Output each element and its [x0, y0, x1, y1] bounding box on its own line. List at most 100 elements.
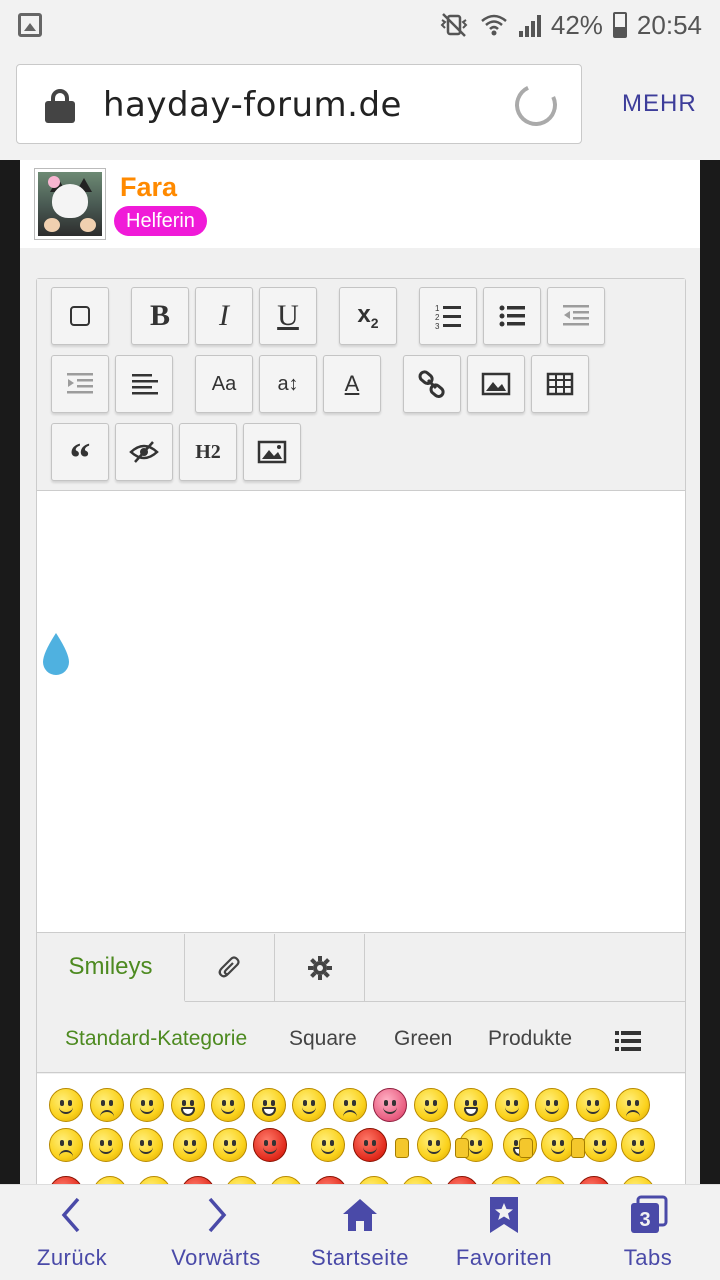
smiley-icon[interactable] [89, 1128, 123, 1162]
smiley-icon[interactable] [253, 1128, 287, 1162]
ordered-list-icon: 123 [435, 304, 461, 331]
tab-attachments[interactable] [185, 934, 275, 1002]
insert-image-button[interactable] [467, 355, 525, 413]
more-menu-button[interactable]: MEHR [622, 90, 697, 118]
subscript-button[interactable]: x2 [339, 287, 397, 345]
username[interactable]: Fara [120, 172, 177, 203]
battery-percent: 42% [550, 9, 603, 40]
gallery-image-icon [257, 440, 287, 464]
nav-back-label: Zurück [36, 1245, 108, 1270]
avatar[interactable] [34, 168, 106, 240]
indent-button[interactable] [51, 355, 109, 413]
source-mode-button[interactable] [51, 287, 109, 345]
bold-icon: B [149, 299, 170, 332]
nav-favorites[interactable]: Favoriten [432, 1185, 576, 1280]
smiley-icon[interactable] [213, 1128, 247, 1162]
svg-text:3: 3 [435, 322, 440, 331]
subscript-icon: x2 [357, 300, 379, 331]
signal-icon [518, 13, 541, 37]
reload-icon[interactable] [509, 78, 563, 132]
align-button[interactable] [115, 355, 173, 413]
wifi-icon [479, 12, 509, 38]
italic-button[interactable]: I [195, 287, 253, 345]
nav-favorites-label: Favoriten [455, 1245, 553, 1270]
url-text[interactable]: hayday-forum.de [103, 85, 402, 125]
nav-tabs[interactable]: 3 Tabs [576, 1185, 720, 1280]
smiley-icon[interactable] [49, 1088, 83, 1122]
vibrate-mute-icon [439, 12, 469, 38]
smiley-icon[interactable] [49, 1128, 83, 1162]
quote-button[interactable]: “ [51, 423, 109, 481]
smiley-grid [37, 1074, 685, 1185]
table-icon [546, 372, 574, 396]
home-icon [343, 1199, 377, 1231]
url-bar[interactable]: hayday-forum.de [16, 64, 582, 144]
smiley-icon[interactable] [535, 1088, 569, 1122]
unordered-list-button[interactable] [483, 287, 541, 345]
status-bar: 42% 20:54 [0, 0, 720, 50]
outdent-button[interactable] [547, 287, 605, 345]
insert-table-button[interactable] [531, 355, 589, 413]
editor-tabs: Smileys [37, 934, 685, 1002]
message-textarea[interactable] [37, 491, 685, 933]
nav-home[interactable]: Startseite [288, 1185, 432, 1280]
font-family-button[interactable]: Aa [195, 355, 253, 413]
font-size-button[interactable]: a↕ [259, 355, 317, 413]
cursor-handle-icon[interactable] [39, 631, 73, 677]
smiley-icon[interactable] [583, 1128, 617, 1162]
nav-back[interactable]: Zurück [0, 1185, 144, 1280]
insert-link-button[interactable] [403, 355, 461, 413]
eye-slash-icon [129, 441, 159, 463]
smiley-icon[interactable] [353, 1128, 387, 1162]
thumbs-icon[interactable] [571, 1138, 585, 1158]
smiley-icon[interactable] [413, 1088, 448, 1122]
role-badge: Helferin [114, 206, 207, 236]
underline-button[interactable]: U [259, 287, 317, 345]
category-list-icon[interactable] [615, 1031, 641, 1051]
nav-forward[interactable]: Vorwärts [144, 1185, 288, 1280]
outdent-icon [563, 305, 589, 326]
category-square[interactable]: Square [289, 1027, 357, 1051]
smiley-icon[interactable] [454, 1088, 488, 1122]
smiley-icon[interactable] [173, 1128, 207, 1162]
bold-button[interactable]: B [131, 287, 189, 345]
category-produkte[interactable]: Produkte [488, 1027, 572, 1051]
category-standard[interactable]: Standard-Kategorie [65, 1027, 247, 1051]
gear-icon [307, 955, 332, 980]
tab-smileys[interactable]: Smileys [37, 934, 185, 1002]
font-icon: Aa [211, 373, 237, 395]
smiley-icon[interactable] [575, 1088, 610, 1122]
smiley-icon[interactable] [292, 1088, 326, 1122]
bookmark-star-icon [490, 1197, 518, 1233]
thumbs-icon[interactable] [519, 1138, 533, 1158]
thumbs-icon[interactable] [455, 1138, 469, 1158]
smiley-icon[interactable] [494, 1088, 529, 1122]
smiley-icon[interactable] [373, 1088, 407, 1122]
ordered-list-button[interactable]: 123 [419, 287, 477, 345]
smiley-icon[interactable] [417, 1128, 451, 1162]
smiley-icon[interactable] [311, 1128, 345, 1162]
smiley-icon[interactable] [130, 1088, 164, 1122]
smiley-icon[interactable] [541, 1128, 575, 1162]
upload-image-button[interactable] [243, 423, 301, 481]
category-green[interactable]: Green [394, 1027, 452, 1051]
text-color-button[interactable]: A [323, 355, 381, 413]
spoiler-button[interactable] [115, 423, 173, 481]
tabs-icon: 3 [631, 1195, 668, 1233]
smiley-icon[interactable] [251, 1088, 286, 1122]
user-info: Fara Helferin [20, 160, 700, 248]
chevron-left-icon [61, 1197, 80, 1233]
svg-text:1: 1 [435, 304, 440, 313]
smiley-icon[interactable] [332, 1088, 367, 1122]
smiley-icon[interactable] [621, 1128, 655, 1162]
browser-toolbar: hayday-forum.de MEHR [0, 50, 720, 160]
tab-settings[interactable] [275, 934, 365, 1002]
text-color-icon: A [344, 371, 360, 396]
smiley-icon[interactable] [211, 1088, 245, 1122]
smiley-icon[interactable] [616, 1088, 650, 1122]
heading-button[interactable]: H2 [179, 423, 237, 481]
thumbs-icon[interactable] [395, 1138, 409, 1158]
smiley-icon[interactable] [89, 1088, 124, 1122]
smiley-icon[interactable] [170, 1088, 205, 1122]
smiley-icon[interactable] [129, 1128, 163, 1162]
